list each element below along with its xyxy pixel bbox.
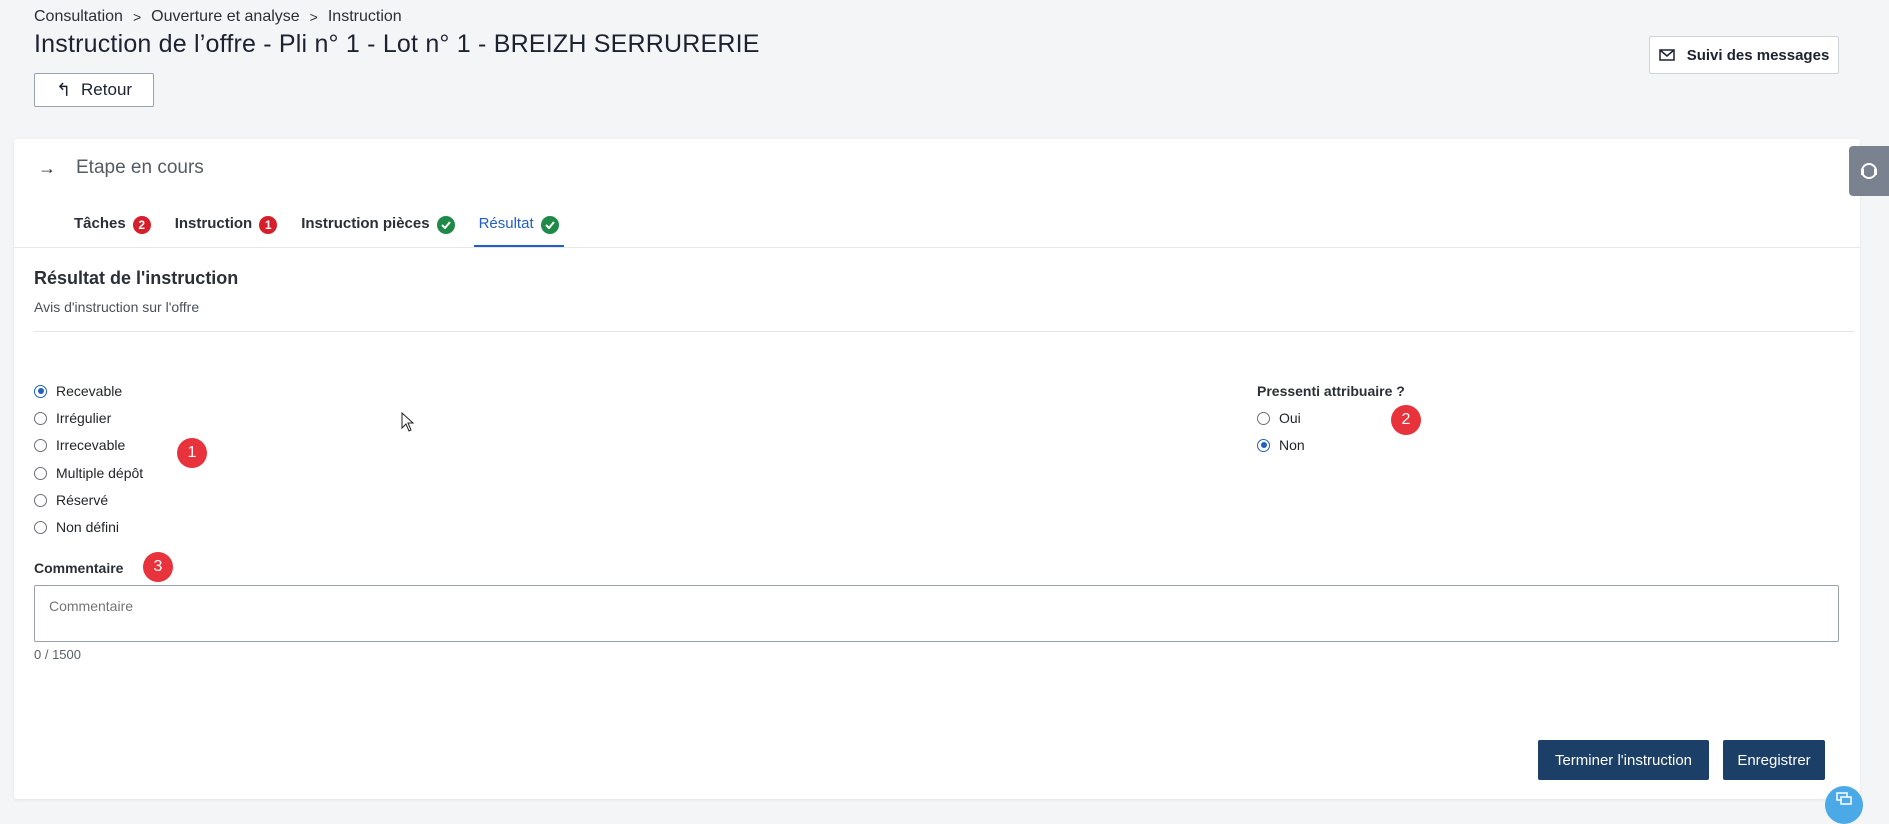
page-title: Instruction de l’offre - Pli n° 1 - Lot … xyxy=(34,30,760,58)
radio-label: Multiple dépôt xyxy=(56,465,144,481)
radio-label: Non défini xyxy=(56,519,120,535)
tab-instruction[interactable]: Instruction 1 xyxy=(170,215,283,247)
tab-label: Instruction xyxy=(174,215,253,232)
tab-label: Tâches xyxy=(74,215,126,232)
character-counter: 0 / 1500 xyxy=(34,647,81,662)
save-button[interactable]: Enregistrer xyxy=(1723,740,1825,780)
current-step: → Etape en cours xyxy=(38,157,204,179)
radio-button[interactable] xyxy=(34,411,47,425)
chat-icon xyxy=(1836,792,1852,805)
count-badge: 2 xyxy=(132,216,151,234)
back-button[interactable]: ↰ Retour xyxy=(34,73,154,107)
radio-label: Oui xyxy=(1279,410,1301,426)
envelope-icon xyxy=(1658,49,1675,61)
current-step-label: Etape en cours xyxy=(76,157,204,178)
radio-label: Irrégulier xyxy=(56,410,112,426)
radio-label: Non xyxy=(1279,437,1305,453)
back-button-label: Retour xyxy=(81,80,133,99)
radio-reserve[interactable]: Réservé xyxy=(34,492,108,508)
radio-non-defini[interactable]: Non défini xyxy=(34,519,119,535)
radio-label: Réservé xyxy=(56,492,109,508)
tab-label: Résultat xyxy=(478,215,534,232)
tab-label: Instruction pièces xyxy=(301,215,430,232)
breadcrumb-separator: > xyxy=(309,9,318,25)
check-circle-icon xyxy=(436,216,455,234)
section-divider xyxy=(34,331,1854,332)
check-circle-icon xyxy=(540,216,559,234)
tab-instruction-pieces[interactable]: Instruction pièces xyxy=(296,215,459,247)
breadcrumb-item-ouverture[interactable]: Ouverture et analyse xyxy=(151,8,300,26)
radio-button[interactable] xyxy=(1257,411,1270,425)
arrow-right-icon: → xyxy=(38,157,56,178)
side-panel-tab[interactable] xyxy=(1849,146,1889,196)
instruction-card: → Etape en cours Tâches 2 Instruction 1 … xyxy=(14,139,1860,799)
section-subtitle: Avis d'instruction sur l'offre xyxy=(34,299,200,315)
radio-recevable[interactable]: Recevable xyxy=(34,383,122,399)
radio-button[interactable] xyxy=(34,438,47,452)
breadcrumb-item-instruction: Instruction xyxy=(327,8,402,25)
radio-button[interactable] xyxy=(34,384,47,398)
tabs: Tâches 2 Instruction 1 Instruction pièce… xyxy=(69,215,578,247)
radio-button[interactable] xyxy=(34,493,47,507)
annotation-marker-1: 1 xyxy=(177,438,207,468)
radio-label: Recevable xyxy=(56,383,123,399)
finish-instruction-button[interactable]: Terminer l'instruction xyxy=(1538,740,1709,780)
tab-resultat[interactable]: Résultat xyxy=(473,215,564,247)
annotation-marker-2: 2 xyxy=(1391,405,1421,435)
messages-button-label: Suivi des messages xyxy=(1686,46,1830,64)
radio-oui[interactable]: Oui xyxy=(1257,410,1301,426)
comment-label: Commentaire xyxy=(34,560,124,576)
undo-arrow-icon: ↰ xyxy=(55,79,72,100)
count-badge: 1 xyxy=(259,216,278,234)
chat-float-button[interactable] xyxy=(1825,786,1863,824)
tabs-divider xyxy=(14,247,1860,248)
radio-button[interactable] xyxy=(1257,438,1270,452)
radio-label: Irrecevable xyxy=(56,437,126,453)
radio-button[interactable] xyxy=(34,466,47,480)
support-headset-icon xyxy=(1861,163,1877,179)
radio-multiple-depot[interactable]: Multiple dépôt xyxy=(34,465,143,481)
attributaire-label: Pressenti attribuaire ? xyxy=(1257,383,1405,399)
breadcrumb-item-consultation[interactable]: Consultation xyxy=(34,8,123,26)
tab-taches[interactable]: Tâches 2 xyxy=(69,215,156,247)
mouse-cursor-icon xyxy=(401,412,415,432)
messages-button[interactable]: Suivi des messages xyxy=(1649,36,1839,74)
radio-irrecevable[interactable]: Irrecevable xyxy=(34,437,125,453)
radio-button[interactable] xyxy=(34,520,47,534)
radio-non[interactable]: Non xyxy=(1257,437,1305,453)
breadcrumb-separator: > xyxy=(132,9,142,25)
section-title: Résultat de l'instruction xyxy=(34,268,239,288)
comment-textarea[interactable] xyxy=(34,585,1839,642)
radio-irregulier[interactable]: Irrégulier xyxy=(34,410,111,426)
breadcrumb: Consultation > Ouverture et analyse > In… xyxy=(34,8,402,26)
annotation-marker-3: 3 xyxy=(143,552,173,582)
